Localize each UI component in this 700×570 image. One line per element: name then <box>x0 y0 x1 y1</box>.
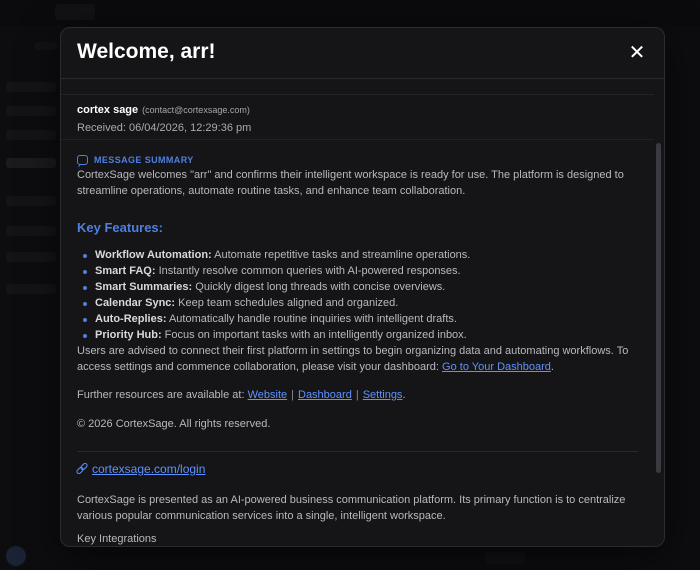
background-sidebar-item <box>6 252 56 262</box>
feature-name: Auto-Replies: <box>95 313 167 325</box>
received-timestamp: Received: 06/04/2026, 12:29:36 pm <box>77 122 252 134</box>
feature-name: Calendar Sync: <box>95 297 176 309</box>
feature-item: Workflow Automation: Automate repetitive… <box>77 247 470 263</box>
login-link[interactable]: cortexsage.com/login <box>77 462 205 476</box>
feature-desc: Keep team schedules aligned and organize… <box>175 297 399 309</box>
welcome-message-modal: Welcome, arr! ✕ cortex sage (contact@cort… <box>60 27 665 547</box>
background-heading <box>34 42 58 50</box>
dashboard-link[interactable]: Go to Your Dashboard <box>442 361 551 373</box>
bullet-icon <box>83 334 87 338</box>
feature-item: Auto-Replies: Automatically handle routi… <box>77 311 470 327</box>
background-topbar <box>0 0 700 26</box>
about-text: CortexSage is presented as an AI-powered… <box>77 494 626 522</box>
bullet-icon <box>83 270 87 274</box>
feature-item: Calendar Sync: Keep team schedules align… <box>77 295 470 311</box>
link-separator: | <box>355 389 359 401</box>
bullet-icon <box>83 286 87 290</box>
integrations-heading: Key Integrations <box>77 533 157 545</box>
summary-text: CortexSage welcomes "arr" and confirms t… <box>77 169 624 197</box>
dashboard-advice: Users are advised to connect their first… <box>77 343 642 375</box>
background-sidebar-item <box>6 226 56 236</box>
feature-desc: Quickly digest long threads with concise… <box>192 281 446 293</box>
feature-item: Smart FAQ: Instantly resolve common quer… <box>77 263 470 279</box>
bullet-icon <box>83 254 87 258</box>
feature-desc: Automatically handle routine inquiries w… <box>166 313 457 325</box>
resources-line: Further resources are available at: Webs… <box>77 389 406 401</box>
features-heading: Key Features: <box>77 220 163 235</box>
bullet-icon <box>83 318 87 322</box>
resources-end: . <box>402 389 406 401</box>
login-link-text[interactable]: cortexsage.com/login <box>92 462 205 476</box>
background-sidebar-item <box>6 158 56 168</box>
feature-desc: Focus on important tasks with an intelli… <box>161 329 467 341</box>
feature-desc: Automate repetitive tasks and streamline… <box>211 249 471 261</box>
background-footer-item <box>485 552 525 564</box>
dashboard-resource-link[interactable]: Dashboard <box>298 389 352 401</box>
summary-label-text: MESSAGE SUMMARY <box>94 155 194 165</box>
background-sidebar-item <box>6 130 56 140</box>
modal-title: Welcome, arr! <box>77 40 216 63</box>
divider <box>77 451 638 452</box>
background-avatar <box>6 546 26 566</box>
chat-bubble-icon <box>77 155 88 165</box>
bullet-icon <box>83 302 87 306</box>
feature-name: Smart FAQ: <box>95 265 156 277</box>
advice-end: . <box>550 361 554 373</box>
sender-line: cortex sage (contact@cortexsage.com) <box>77 104 250 116</box>
modal-header: Welcome, arr! ✕ <box>61 28 664 79</box>
background-sidebar-item <box>6 82 56 92</box>
feature-item: Smart Summaries: Quickly digest long thr… <box>77 279 470 295</box>
feature-name: Workflow Automation: <box>95 249 212 261</box>
background-sidebar-item <box>6 284 56 294</box>
close-icon[interactable]: ✕ <box>626 42 648 64</box>
feature-list: Workflow Automation: Automate repetitive… <box>77 247 470 343</box>
background-sidebar-item <box>6 196 56 206</box>
sender-name: cortex sage <box>77 104 139 116</box>
sender-info: cortex sage (contact@cortexsage.com) Rece… <box>61 94 654 140</box>
feature-name: Priority Hub: <box>95 329 162 341</box>
modal-body[interactable]: cortex sage (contact@cortexsage.com) Rece… <box>61 79 654 546</box>
link-icon <box>77 464 87 474</box>
website-link[interactable]: Website <box>248 389 288 401</box>
background-sidebar-item <box>6 106 56 116</box>
resources-prefix: Further resources are available at: <box>77 389 248 401</box>
scrollbar-thumb[interactable] <box>656 143 661 473</box>
feature-item: Priority Hub: Focus on important tasks w… <box>77 327 470 343</box>
background-logo <box>55 4 95 20</box>
feature-name: Smart Summaries: <box>95 281 193 293</box>
copyright: © 2026 CortexSage. All rights reserved. <box>77 418 271 430</box>
link-separator: | <box>291 389 294 401</box>
message-summary-label: MESSAGE SUMMARY <box>77 155 194 165</box>
feature-desc: Instantly resolve common queries with AI… <box>155 265 461 277</box>
settings-link[interactable]: Settings <box>363 389 403 401</box>
sender-email: (contact@cortexsage.com) <box>142 105 250 115</box>
